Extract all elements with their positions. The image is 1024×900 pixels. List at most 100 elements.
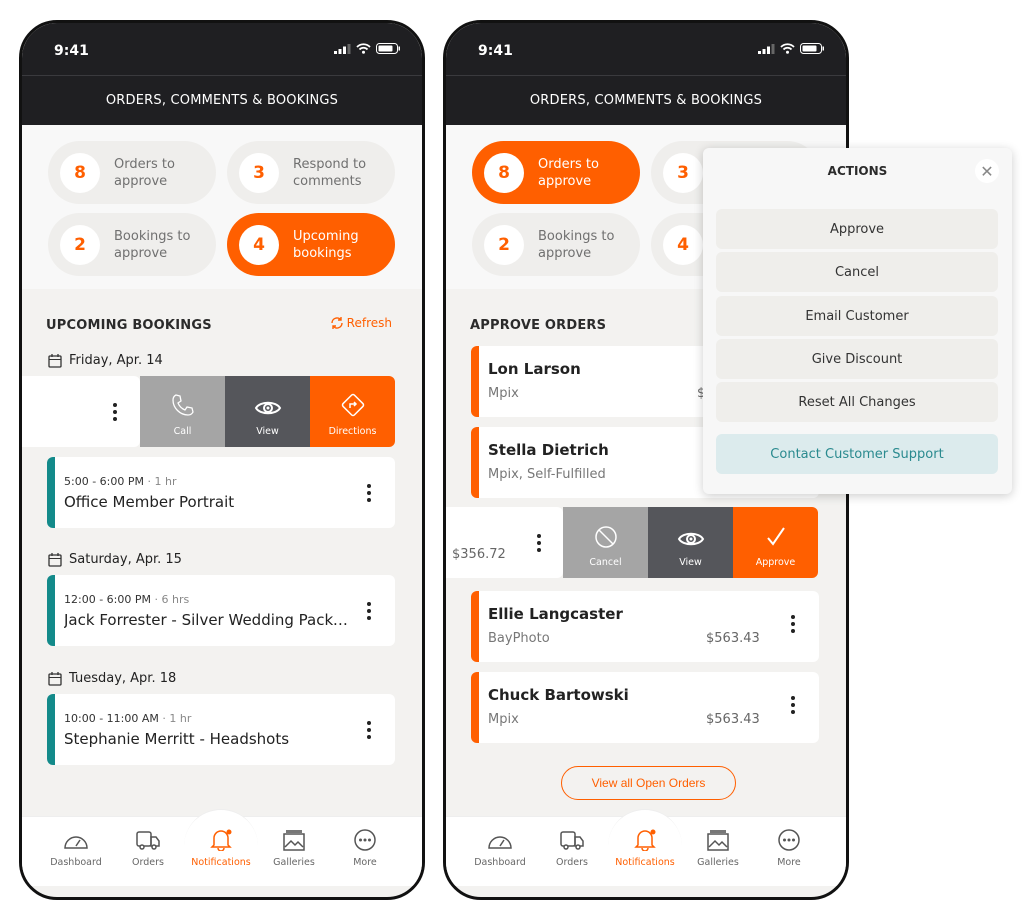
count-badge: 3 <box>239 152 279 193</box>
summary-pills: 8 Orders to approve 3 Respond to comments … <box>22 125 422 289</box>
action-label: View <box>256 426 279 437</box>
view-order-button[interactable]: View <box>648 507 733 578</box>
date-header: Tuesday, Apr. 18 <box>48 671 176 686</box>
page-title: ORDERS, COMMENTS & BOOKINGS <box>22 75 422 125</box>
card-accent <box>47 457 55 528</box>
action-label: Cancel <box>589 557 622 568</box>
nav-label: Notifications <box>191 857 251 868</box>
nav-label: Galleries <box>697 857 739 868</box>
customer-name: Lon Larson <box>488 360 581 378</box>
approve-action-button[interactable]: Approve <box>716 209 998 249</box>
booking-title: Office Member Portrait <box>64 493 235 511</box>
nav-galleries[interactable]: Galleries <box>683 829 753 868</box>
view-button[interactable]: View <box>225 376 310 447</box>
customer-name: Ellie Langcaster <box>488 605 623 623</box>
order-price: $356.72 <box>452 547 506 562</box>
date-header: Saturday, Apr. 15 <box>48 552 182 567</box>
more-options-icon[interactable] <box>367 721 371 739</box>
booking-card-swiped[interactable] <box>22 376 140 447</box>
booking-card[interactable]: 5:00 - 6:00 PM · 1 hr Office Member Portr… <box>47 457 395 528</box>
close-icon[interactable]: ✕ <box>975 159 999 183</box>
nav-orders[interactable]: Orders <box>537 829 607 868</box>
more-options-icon[interactable] <box>537 534 541 552</box>
pill-label: Bookings to approve <box>538 228 615 261</box>
pill-label: Bookings to approve <box>114 228 191 261</box>
booking-time: 12:00 - 6:00 PM · 6 hrs <box>64 593 190 606</box>
lab-name: Mpix <box>488 712 519 727</box>
nav-label: Orders <box>556 857 588 868</box>
check-icon <box>766 527 785 546</box>
gauge-icon <box>488 836 512 849</box>
more-options-icon[interactable] <box>791 615 795 633</box>
phone-icon <box>171 394 194 416</box>
order-card[interactable]: Ellie Langcaster BayPhoto $563.43 <box>471 591 819 662</box>
more-icon <box>354 829 376 851</box>
action-label: Directions <box>328 426 377 437</box>
more-options-icon[interactable] <box>791 696 795 714</box>
battery-icon <box>800 43 824 54</box>
swiped-booking-row: Call View Directions <box>22 376 395 447</box>
eye-icon <box>254 401 281 415</box>
nav-more[interactable]: More <box>330 829 400 868</box>
nav-orders[interactable]: Orders <box>113 829 183 868</box>
cancel-action-button[interactable]: Cancel <box>716 252 998 292</box>
phone-bookings: 9:41 ORDERS, COMMENTS & BOOKINGS 8 Orders… <box>19 20 425 900</box>
section-title: UPCOMING BOOKINGS <box>46 318 212 333</box>
date-label: Tuesday, Apr. 18 <box>69 671 177 686</box>
signal-icon <box>334 43 351 54</box>
refresh-label: Refresh <box>346 316 392 330</box>
status-icons <box>758 43 824 54</box>
order-price: $563.43 <box>706 631 760 646</box>
directions-icon <box>341 393 364 417</box>
count-badge: 2 <box>484 224 524 265</box>
approve-order-button[interactable]: Approve <box>733 507 818 578</box>
nav-label: Notifications <box>615 857 675 868</box>
pill-label: Upcoming bookings <box>293 228 359 261</box>
customer-name: Stella Dietrich <box>488 441 609 459</box>
more-options-icon[interactable] <box>367 602 371 620</box>
page-title: ORDERS, COMMENTS & BOOKINGS <box>446 75 846 125</box>
pill-upcoming-bookings[interactable]: 4 Upcoming bookings <box>227 213 395 276</box>
date-label: Saturday, Apr. 15 <box>69 552 182 567</box>
refresh-icon <box>330 317 343 329</box>
gauge-icon <box>64 836 88 849</box>
nav-more[interactable]: More <box>754 829 824 868</box>
wifi-icon <box>356 43 371 54</box>
call-button[interactable]: Call <box>140 376 225 447</box>
wifi-icon <box>780 43 795 54</box>
pill-label: Respond to comments <box>293 156 367 189</box>
booking-card[interactable]: 12:00 - 6:00 PM · 6 hrs Jack Forrester - … <box>47 575 395 646</box>
contact-support-button[interactable]: Contact Customer Support <box>716 434 998 474</box>
more-icon <box>778 829 800 851</box>
more-options-icon[interactable] <box>367 484 371 502</box>
pill-orders-to-approve[interactable]: 8 Orders to approve <box>48 141 216 204</box>
nav-dashboard[interactable]: Dashboard <box>465 829 535 868</box>
battery-icon <box>376 43 400 54</box>
more-options-icon[interactable] <box>113 403 117 421</box>
pill-respond-comments[interactable]: 3 Respond to comments <box>227 141 395 204</box>
nav-notifications[interactable]: Notifications <box>186 829 256 868</box>
nav-label: More <box>353 857 377 868</box>
view-all-orders-button[interactable]: View all Open Orders <box>561 766 736 800</box>
order-card-swiped[interactable]: $356.72 <box>446 507 563 578</box>
nav-notifications[interactable]: Notifications <box>610 829 680 868</box>
refresh-button[interactable]: Refresh <box>330 316 392 330</box>
cancel-order-button[interactable]: Cancel <box>563 507 648 578</box>
give-discount-button[interactable]: Give Discount <box>716 339 998 379</box>
directions-button[interactable]: Directions <box>310 376 395 447</box>
nav-galleries[interactable]: Galleries <box>259 829 329 868</box>
pill-bookings-to-approve[interactable]: 2 Bookings to approve <box>48 213 216 276</box>
nav-label: Dashboard <box>474 857 526 868</box>
pill-bookings-to-approve[interactable]: 2 Bookings to approve <box>472 213 640 276</box>
email-customer-button[interactable]: Email Customer <box>716 296 998 336</box>
pill-orders-to-approve[interactable]: 8 Orders to approve <box>472 141 640 204</box>
booking-card[interactable]: 10:00 - 11:00 AM · 1 hr Stephanie Merritt… <box>47 694 395 765</box>
order-card[interactable]: Chuck Bartowski Mpix $563.43 <box>471 672 819 743</box>
card-accent <box>47 575 55 646</box>
booking-time: 10:00 - 11:00 AM · 1 hr <box>64 712 192 725</box>
reset-changes-button[interactable]: Reset All Changes <box>716 382 998 422</box>
lab-name: Mpix, Self-Fulfilled <box>488 467 606 482</box>
gallery-icon <box>283 830 305 851</box>
nav-dashboard[interactable]: Dashboard <box>41 829 111 868</box>
card-accent <box>471 672 479 743</box>
